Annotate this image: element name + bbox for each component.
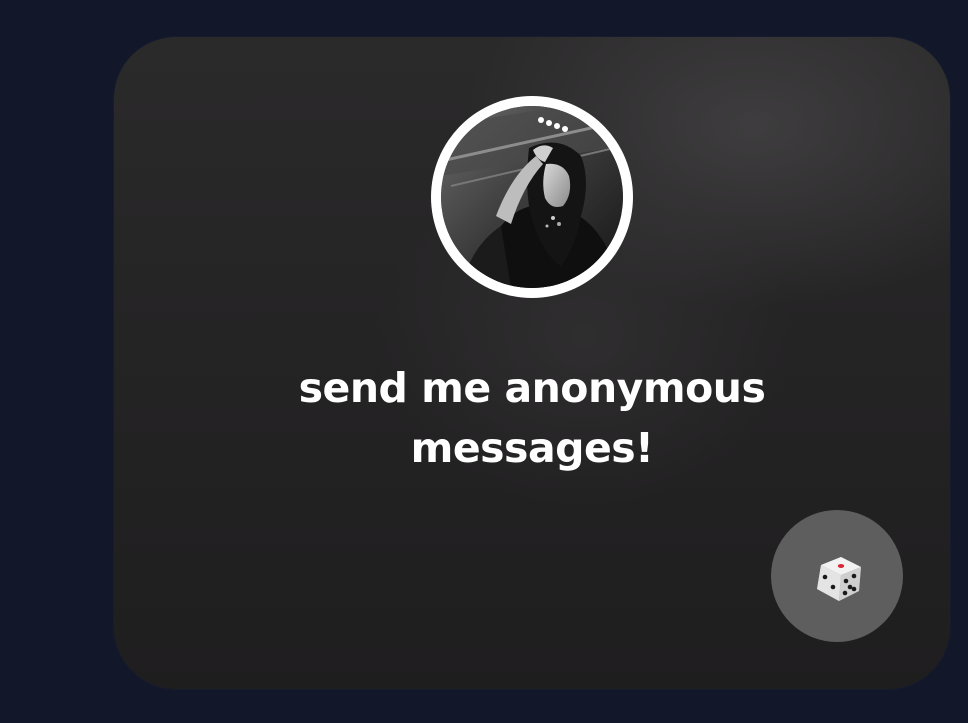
- avatar-photo: [441, 106, 623, 288]
- page: send me anonymous messages!: [0, 0, 968, 723]
- anonymous-message-card: send me anonymous messages!: [114, 37, 950, 689]
- card-prompt-title: send me anonymous messages!: [298, 364, 766, 472]
- shuffle-dice-button[interactable]: [771, 510, 903, 642]
- avatar: [441, 106, 623, 288]
- avatar-ring: [431, 96, 633, 298]
- dice-icon: [817, 557, 861, 601]
